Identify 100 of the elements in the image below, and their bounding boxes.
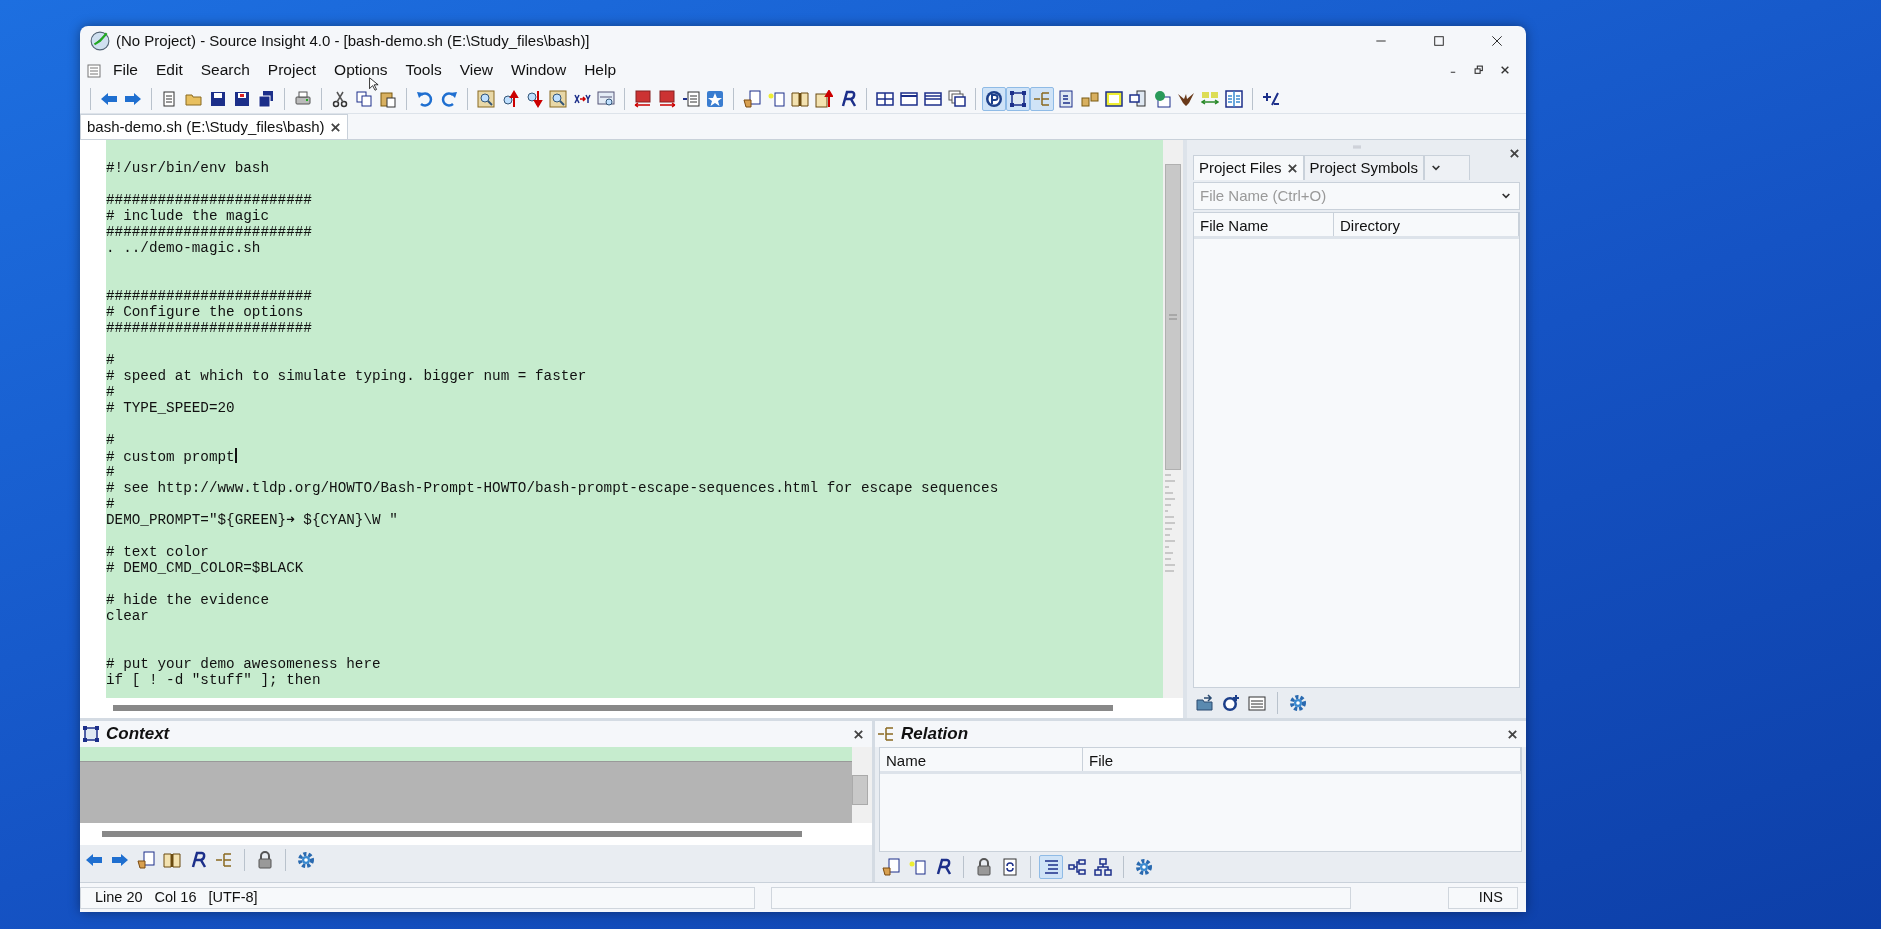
relation-tree-icon bbox=[877, 725, 895, 743]
column-header[interactable]: Directory bbox=[1334, 213, 1519, 236]
magnifier-icon bbox=[549, 89, 567, 108]
code-editor[interactable] bbox=[106, 140, 1163, 698]
vertical-scrollbar[interactable] bbox=[852, 747, 872, 823]
book-icon bbox=[791, 89, 809, 108]
menu-item[interactable]: Search bbox=[191, 58, 259, 82]
code-line: # text color bbox=[106, 544, 209, 560]
close-icon[interactable] bbox=[853, 729, 864, 741]
encoding-label: [UTF-8] bbox=[208, 887, 258, 907]
magnifier-up-arrow-icon bbox=[501, 89, 519, 108]
code-line: ######################## bbox=[106, 224, 312, 240]
code-line: ######################## bbox=[106, 320, 312, 336]
code-line: . ../demo-magic.sh bbox=[106, 240, 261, 256]
settings-icon bbox=[1135, 858, 1153, 876]
window-icon bbox=[900, 89, 918, 108]
sync-document-icon bbox=[1001, 858, 1019, 876]
cascade-windows-icon bbox=[948, 89, 966, 108]
code-line: # put your demo awesomeness here bbox=[106, 656, 381, 672]
menu-item[interactable]: File bbox=[104, 58, 147, 82]
hand-document-button[interactable] bbox=[879, 855, 903, 879]
line-number: Line 20 bbox=[95, 887, 143, 907]
list-document-icon bbox=[1248, 694, 1266, 712]
insert-mode-indicator: INS bbox=[1478, 887, 1503, 907]
menu-item[interactable]: Options bbox=[325, 58, 397, 82]
code-line: # see http://www.tldp.org/HOWTO/Bash-Prompt-HOWTO/bash-prompt-escape-sequences.html for escape sequences bbox=[106, 480, 999, 496]
settings-icon bbox=[1289, 694, 1307, 712]
vertical-tree-button[interactable] bbox=[1091, 855, 1115, 879]
globe-window-icon bbox=[1153, 89, 1171, 108]
settings-icon bbox=[297, 851, 315, 869]
context-frame-icon bbox=[82, 725, 100, 743]
panel-title: Context bbox=[106, 723, 170, 746]
column-header[interactable]: File Name bbox=[1194, 213, 1334, 236]
maximize-icon bbox=[1432, 34, 1446, 48]
code-line: # bbox=[106, 496, 115, 512]
menu-item[interactable]: Edit bbox=[147, 58, 192, 82]
padlock-icon bbox=[975, 858, 993, 876]
column-header[interactable]: File bbox=[1083, 748, 1521, 771]
scissors-icon bbox=[331, 89, 349, 108]
code-line: ######################## bbox=[106, 288, 312, 304]
hand-document-button[interactable] bbox=[134, 848, 158, 872]
question-document-icon bbox=[767, 89, 785, 108]
script-logo-icon bbox=[839, 89, 857, 108]
menu-item[interactable]: Tools bbox=[396, 58, 451, 82]
horizontal-scrollbar[interactable] bbox=[113, 705, 1113, 711]
forward-arrow-icon bbox=[111, 851, 129, 869]
stacked-windows-icon bbox=[1129, 89, 1147, 108]
document-tab[interactable]: bash-demo.sh (E:\Study_files\bash) bbox=[80, 114, 348, 139]
question-document-icon bbox=[908, 858, 926, 876]
vertical-scrollbar[interactable] bbox=[1163, 140, 1183, 698]
code-line: # TYPE_SPEED=20 bbox=[106, 400, 235, 416]
folders-icon bbox=[1081, 89, 1099, 108]
relation-tree-icon bbox=[1033, 89, 1051, 108]
panel-tab[interactable]: Project Files bbox=[1193, 155, 1304, 180]
circle-letter-button[interactable] bbox=[982, 86, 1006, 111]
menu-item[interactable]: Window bbox=[502, 58, 576, 82]
vertical-tree-icon bbox=[1094, 858, 1112, 876]
close-icon[interactable] bbox=[1500, 65, 1510, 75]
circle-plus-icon bbox=[1222, 694, 1240, 712]
code-line: # bbox=[106, 384, 115, 400]
menu-item[interactable]: Project bbox=[258, 58, 326, 82]
script-logo-icon bbox=[934, 858, 952, 876]
close-icon[interactable] bbox=[1509, 148, 1520, 160]
window-left-arrow-icon bbox=[634, 89, 652, 108]
clipboard-icon bbox=[379, 89, 397, 108]
code-line: # Configure the options bbox=[106, 304, 304, 320]
back-arrow-icon bbox=[85, 851, 103, 869]
panel-tab[interactable]: Project Symbols bbox=[1303, 155, 1424, 180]
horizontal-scrollbar[interactable] bbox=[102, 831, 802, 837]
columns-icon bbox=[1225, 89, 1243, 108]
window-title: (No Project) - Source Insight 4.0 - [bash-demo.sh (E:\Study_files\bash)] bbox=[116, 30, 590, 51]
code-line: # speed at which to simulate typing. bigger num = faster bbox=[106, 368, 587, 384]
context-frame-button[interactable] bbox=[1006, 86, 1030, 111]
close-icon[interactable] bbox=[1507, 729, 1518, 741]
book-icon bbox=[163, 851, 181, 869]
horizontal-tree-icon bbox=[1068, 858, 1086, 876]
document-icon bbox=[1057, 89, 1075, 108]
menu-item[interactable]: Help bbox=[575, 58, 626, 82]
magnifier-down-arrow-icon bbox=[525, 89, 543, 108]
file-name-combobox[interactable]: File Name (Ctrl+O) bbox=[1193, 182, 1520, 210]
panel-title: Relation bbox=[901, 723, 969, 746]
context-frame-icon bbox=[1009, 89, 1027, 108]
window-right-arrow-icon bbox=[658, 89, 676, 108]
code-line: # include the magic bbox=[106, 208, 269, 224]
menu-item[interactable]: View bbox=[450, 58, 502, 82]
close-icon[interactable] bbox=[1286, 162, 1298, 174]
circle-letter-icon bbox=[985, 89, 1003, 108]
outline-list-button[interactable] bbox=[1039, 855, 1063, 879]
app-logo-icon bbox=[90, 31, 110, 51]
code-line: DEMO_PROMPT="${GREEN}➜ ${CYAN}\W " bbox=[106, 512, 398, 528]
list-window-icon bbox=[682, 89, 700, 108]
close-icon[interactable] bbox=[329, 121, 341, 133]
code-line: if [ ! -d "stuff" ]; then bbox=[106, 672, 321, 688]
code-line: # bbox=[106, 464, 115, 480]
web-search-icon bbox=[597, 89, 615, 108]
script-logo-icon bbox=[189, 851, 207, 869]
restore-icon[interactable] bbox=[1474, 65, 1484, 75]
scroll-thumb[interactable] bbox=[1165, 164, 1181, 470]
folder-arrow-icon bbox=[1196, 694, 1214, 712]
column-header[interactable]: Name bbox=[880, 748, 1083, 771]
